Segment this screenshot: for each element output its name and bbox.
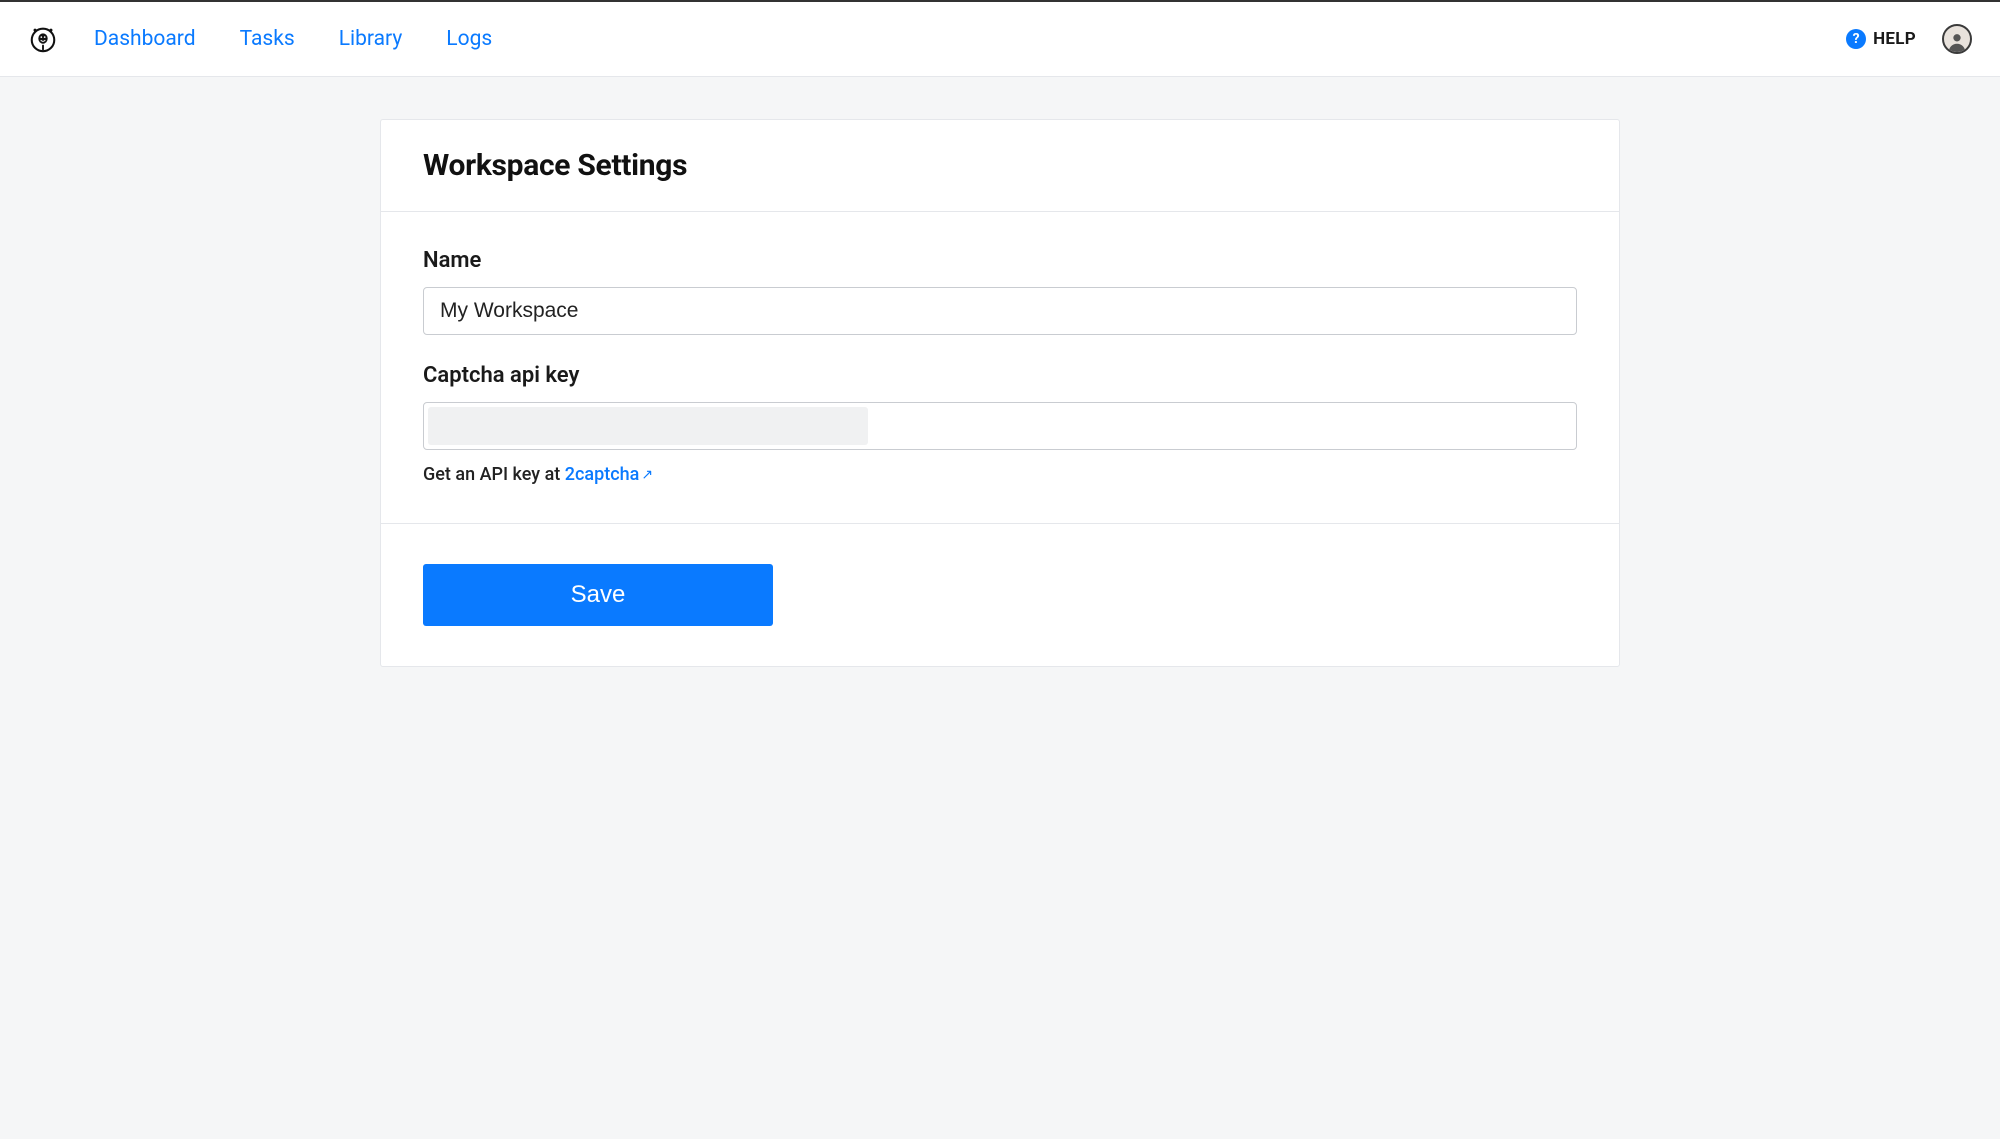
- form-group-name: Name: [423, 248, 1577, 335]
- captcha-helper: Get an API key at 2captcha↗: [423, 464, 1577, 485]
- form-group-captcha: Captcha api key Get an API key at 2captc…: [423, 363, 1577, 485]
- card-header: Workspace Settings: [381, 120, 1619, 212]
- card-footer: Save: [381, 523, 1619, 666]
- help-label: HELP: [1873, 29, 1916, 49]
- workspace-name-input[interactable]: [423, 287, 1577, 335]
- helper-prefix: Get an API key at: [423, 464, 565, 485]
- captcha-api-key-input[interactable]: [423, 402, 1577, 450]
- main-content: Workspace Settings Name Captcha api key …: [360, 119, 1640, 667]
- help-button[interactable]: ? HELP: [1846, 29, 1916, 49]
- settings-card: Workspace Settings Name Captcha api key …: [380, 119, 1620, 667]
- card-body: Name Captcha api key Get an API key at 2…: [381, 212, 1619, 523]
- save-button[interactable]: Save: [423, 564, 773, 626]
- nav-logs[interactable]: Logs: [446, 27, 492, 51]
- avatar[interactable]: [1942, 24, 1972, 54]
- captcha-label: Captcha api key: [423, 363, 1577, 388]
- nav-links: Dashboard Tasks Library Logs: [94, 27, 492, 51]
- nav-library[interactable]: Library: [339, 27, 403, 51]
- app-logo[interactable]: [28, 24, 58, 54]
- nav-right: ? HELP: [1846, 24, 1972, 54]
- name-label: Name: [423, 248, 1577, 273]
- help-icon: ?: [1846, 29, 1866, 49]
- page-title: Workspace Settings: [423, 148, 1577, 183]
- captcha-key-mask: [428, 407, 868, 445]
- captcha-link[interactable]: 2captcha: [565, 464, 640, 485]
- external-link-icon: ↗: [641, 467, 653, 483]
- nav-tasks[interactable]: Tasks: [240, 27, 295, 51]
- nav-dashboard[interactable]: Dashboard: [94, 27, 196, 51]
- avatar-icon: [1946, 30, 1968, 52]
- logo-icon: [28, 24, 58, 54]
- top-nav: Dashboard Tasks Library Logs ? HELP: [0, 2, 2000, 77]
